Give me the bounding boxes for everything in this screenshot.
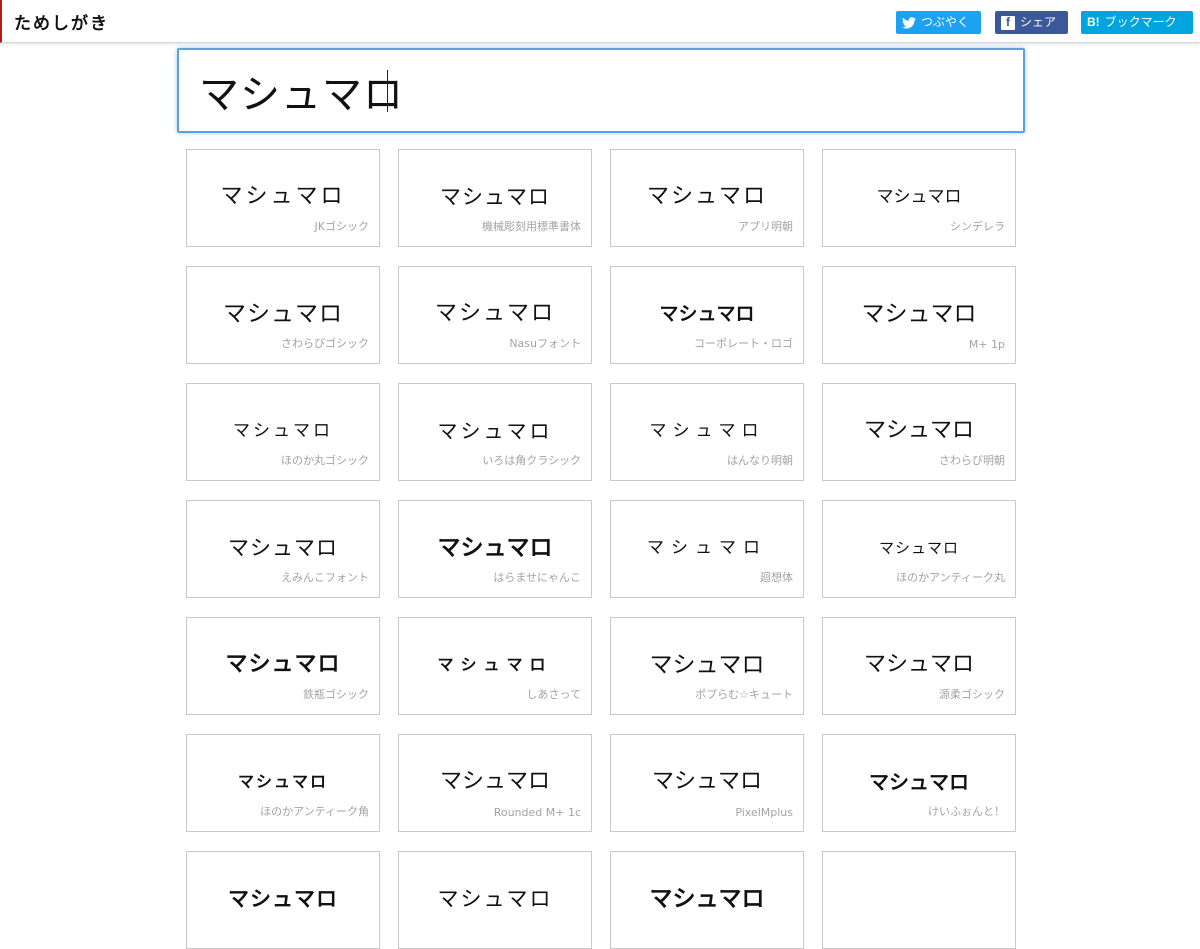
font-card[interactable]: マシュマロえみんこフォント — [186, 500, 380, 598]
font-sample-text: マシュマロ — [228, 887, 338, 911]
font-name-label: コーポレート・ロゴ — [694, 337, 793, 350]
font-sample-text: マシュマロ — [878, 539, 959, 557]
font-name-label: シンデレラ — [950, 220, 1005, 233]
font-card[interactable]: マシュマロ — [186, 851, 380, 949]
font-card[interactable]: マシュマロ — [610, 851, 804, 949]
font-card[interactable]: マシュマロ JKゴシック — [186, 149, 380, 247]
font-sample-text: マシュマロ — [223, 301, 343, 327]
font-card[interactable]: マシュマロさわらびゴシック — [186, 266, 380, 364]
facebook-icon: f — [1001, 15, 1015, 30]
font-sample-text: マシュマロ — [233, 421, 333, 441]
font-name-label: しあさって — [526, 688, 581, 701]
font-sample-text: マシュマロ — [861, 301, 977, 327]
site-logo[interactable]: ためしがき — [14, 9, 109, 34]
font-sample-text: マシュマロ — [649, 652, 765, 678]
twitter-bird-icon — [902, 16, 916, 29]
hatena-bookmark-label: ブックマーク — [1104, 15, 1177, 29]
font-card[interactable]: マシュマロ鉄瓶ゴシック — [186, 617, 380, 715]
font-sample-text: マシュマロ — [649, 421, 765, 441]
font-name-label: Rounded M+ 1c — [493, 806, 581, 819]
font-name-label: ほのかアンティーク丸 — [896, 571, 1005, 584]
font-name-label: 廻想体 — [760, 571, 793, 584]
font-sample-text: マシュマロ — [225, 652, 341, 677]
font-name-label: アプリ明朝 — [738, 220, 793, 233]
font-name-label: PixelMplus — [735, 806, 793, 819]
tweet-label: つぶやく — [921, 15, 970, 29]
font-sample-text: マシュマロ — [876, 187, 962, 207]
sample-text-input-box — [177, 48, 1025, 133]
font-card[interactable]: マシュマロはんなり明朝 — [610, 383, 804, 481]
app-header: ためしがき つぶやく f シェア B! ブックマーク — [0, 0, 1200, 43]
font-sample-text: マシュマロ — [646, 184, 767, 209]
font-card[interactable]: マシュマロほのか丸ゴシック — [186, 383, 380, 481]
font-name-label: 鉄瓶ゴシック — [303, 688, 369, 701]
font-name-label: さわらび明朝 — [939, 454, 1005, 467]
font-sample-text: マシュマロ — [437, 655, 553, 674]
font-sample-text: マシュマロ — [651, 769, 762, 794]
font-name-label: 機械彫刻用標準書体 — [482, 220, 581, 233]
font-card[interactable]: マシュマロしあさって — [398, 617, 592, 715]
font-sample-text: マシュマロ — [439, 769, 550, 794]
font-card[interactable]: マシュマロほのかアンティーク丸 — [822, 500, 1016, 598]
tweet-button[interactable]: つぶやく — [896, 11, 981, 34]
font-sample-text: マシュマロ — [220, 184, 346, 209]
font-name-label: 源柔ゴシック — [939, 688, 1005, 701]
font-card[interactable]: マシュマロコーポレート・ロゴ — [610, 266, 804, 364]
font-name-label: さわらびゴシック — [281, 337, 369, 350]
font-card[interactable]: マシュマロ PixelMplus — [610, 734, 804, 832]
font-sample-text: マシュマロ — [440, 185, 550, 209]
font-sample-text: マシュマロ — [437, 419, 553, 443]
font-sample-text: マシュマロ — [649, 886, 765, 912]
font-name-label: JKゴシック — [314, 220, 369, 233]
font-sample-text: マシュマロ — [869, 770, 969, 794]
font-card[interactable]: マシュマロ — [398, 851, 592, 949]
font-sample-text: マシュマロ — [437, 887, 553, 911]
text-caret — [387, 70, 388, 112]
font-name-label: いろは角クラシック — [482, 454, 581, 467]
font-card[interactable] — [822, 851, 1016, 949]
font-name-label: ポプらむ☆キュート — [695, 688, 793, 701]
font-name-label: ほのかアンティーク角 — [260, 805, 369, 818]
hatena-bookmark-icon: B! — [1087, 15, 1100, 29]
font-card[interactable]: マシュマロアプリ明朝 — [610, 149, 804, 247]
hatena-bookmark-button[interactable]: B! ブックマーク — [1081, 11, 1193, 34]
font-card[interactable]: マシュマロさわらび明朝 — [822, 383, 1016, 481]
font-card[interactable]: マシュマロ Nasuフォント — [398, 266, 592, 364]
font-sample-text: マシュマロ — [863, 418, 974, 443]
font-card[interactable]: マシュマロ機械彫刻用標準書体 — [398, 149, 592, 247]
font-card[interactable]: マシュマロ廻想体 — [610, 500, 804, 598]
font-card[interactable]: マシュマロシンデレラ — [822, 149, 1016, 247]
font-sample-text: マシュマロ — [437, 535, 553, 561]
font-card[interactable]: マシュマロ源柔ゴシック — [822, 617, 1016, 715]
font-card[interactable]: マシュマロほのかアンティーク角 — [186, 734, 380, 832]
font-name-label: はんなり明朝 — [727, 454, 793, 467]
facebook-share-button[interactable]: f シェア — [995, 11, 1068, 34]
font-name-label: Nasuフォント — [509, 337, 581, 350]
font-sample-text: マシュマロ — [237, 772, 328, 791]
font-card[interactable]: マシュマロポプらむ☆キュート — [610, 617, 804, 715]
font-sample-text: マシュマロ — [863, 652, 974, 677]
font-sample-text: マシュマロ — [434, 301, 555, 326]
font-card[interactable]: マシュマロいろは角クラシック — [398, 383, 592, 481]
sample-text-input[interactable] — [179, 50, 1023, 131]
font-name-label: ほのか丸ゴシック — [281, 454, 369, 467]
font-sample-text: マシュマロ — [647, 538, 767, 558]
font-sample-text: マシュマロ — [659, 303, 755, 325]
font-card[interactable]: マシュマロ M+ 1p — [822, 266, 1016, 364]
font-sample-text: マシュマロ — [228, 536, 338, 560]
font-name-label: けいふぉんと！ — [928, 805, 1005, 818]
font-name-label: はらませにゃんこ — [493, 571, 581, 584]
font-card[interactable]: マシュマロけいふぉんと！ — [822, 734, 1016, 832]
font-card[interactable]: マシュマロ Rounded M+ 1c — [398, 734, 592, 832]
facebook-share-label: シェア — [1020, 15, 1057, 29]
font-card[interactable]: マシュマロはらませにゃんこ — [398, 500, 592, 598]
font-name-label: えみんこフォント — [281, 571, 369, 584]
font-name-label: M+ 1p — [968, 338, 1005, 351]
